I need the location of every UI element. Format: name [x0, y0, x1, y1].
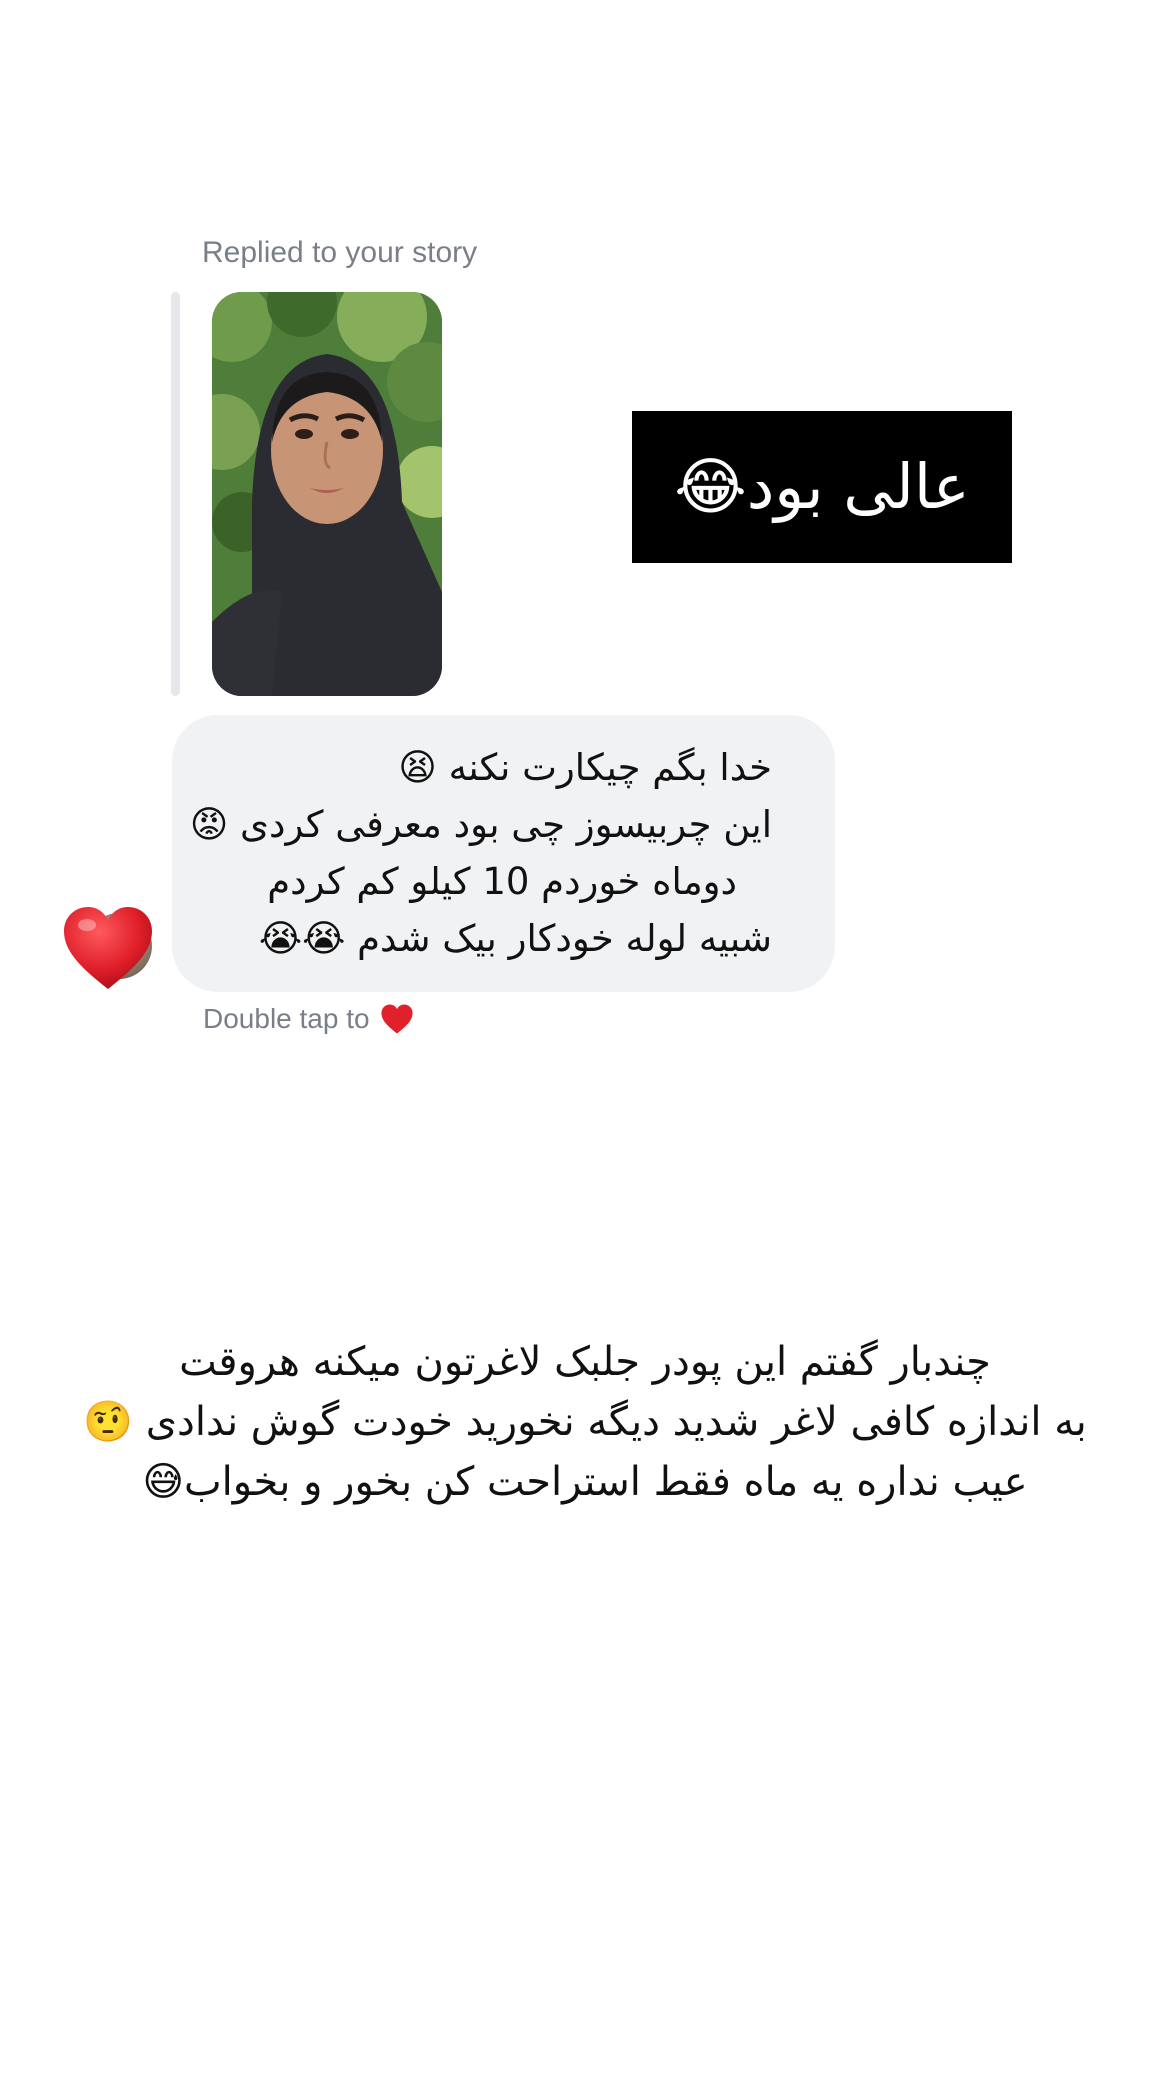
heart-icon — [380, 1004, 413, 1034]
message-line: خدا بگم چیکارت نکنه 😫 — [398, 746, 772, 789]
heart-reaction-icon — [64, 907, 152, 989]
double-tap-label: Double tap to — [203, 1003, 370, 1034]
double-tap-hint: Double tap to — [203, 1003, 414, 1035]
story-overlay-text: چندبار گفتم این پودر جلبک لاغرتون میکنه … — [40, 1332, 1130, 1512]
replied-to-story-label: Replied to your story — [202, 236, 478, 269]
overlay-line: چندبار گفتم این پودر جلبک لاغرتون میکنه … — [179, 1339, 991, 1385]
message-bubble[interactable]: خدا بگم چیکارت نکنه 😫 این چربیسوز چی بود… — [172, 715, 835, 992]
story-caption-text: عالی بود😂 — [674, 450, 970, 523]
overlay-line: عیب نداره یه ماه فقط استراحت کن بخور و ب… — [142, 1459, 1028, 1505]
message-line: این چربیسوز چی بود معرفی کردی 😡 — [189, 803, 772, 846]
message-line: دوماه خوردم 10 کیلو کم کردم — [267, 860, 737, 903]
reply-quote-bar — [171, 292, 180, 696]
story-thumbnail[interactable] — [212, 292, 442, 696]
message-line: شبیه لوله خودکار بیک شدم 😭😭 — [258, 917, 772, 960]
overlay-line: به اندازه کافی لاغر شدید دیگه نخورید خود… — [83, 1399, 1087, 1445]
story-caption-sticker: عالی بود😂 — [632, 411, 1012, 563]
